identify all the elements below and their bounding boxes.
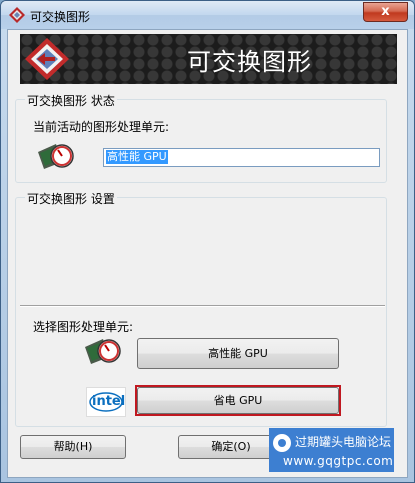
banner: 可交换图形 <box>20 34 397 84</box>
watermark-name: 过期罐头电脑论坛 <box>295 435 392 449</box>
banner-title: 可交换图形 <box>187 48 312 76</box>
power-saving-highlight-box <box>135 385 341 416</box>
settings-group-label: 可交换图形 设置 <box>25 190 117 207</box>
active-gpu-label: 当前活动的图形处理单元: <box>33 120 170 134</box>
active-gpu-field: 高性能 GPU <box>103 148 380 167</box>
site-watermark: 过期罐头电脑论坛 www.gqgtpc.com <box>269 428 394 472</box>
title-bar: 可交换图形 x <box>1 1 414 29</box>
switchable-graphics-window: 可交换图形 x 可交换图形 可交换图形 状态 当前活动的图形处理单元: 高性能 … <box>0 0 415 483</box>
select-gpu-label: 选择图形处理单元: <box>33 320 134 334</box>
settings-divider <box>20 305 385 307</box>
close-button[interactable]: x <box>363 2 408 22</box>
app-icon <box>9 7 25 23</box>
intel-logo-icon: intel <box>86 387 126 417</box>
switchable-graphics-logo-icon <box>25 38 69 80</box>
high-performance-gpu-button[interactable]: 高性能 GPU <box>137 338 339 369</box>
dialog-body: 可交换图形 可交换图形 状态 当前活动的图形处理单元: 高性能 GPU 可交换图… <box>7 29 408 478</box>
watermark-url: www.gqgtpc.com <box>283 454 394 468</box>
gpu-gauge-icon <box>38 144 74 169</box>
status-group <box>15 99 387 183</box>
active-gpu-value: 高性能 GPU <box>106 150 168 164</box>
intel-logo-text: intel <box>92 394 126 409</box>
help-button[interactable]: 帮助(H) <box>20 435 126 459</box>
watermark-logo-icon <box>273 434 291 452</box>
high-performance-gpu-icon <box>85 339 121 364</box>
window-title: 可交换图形 <box>30 10 91 24</box>
status-group-label: 可交换图形 状态 <box>25 92 117 109</box>
